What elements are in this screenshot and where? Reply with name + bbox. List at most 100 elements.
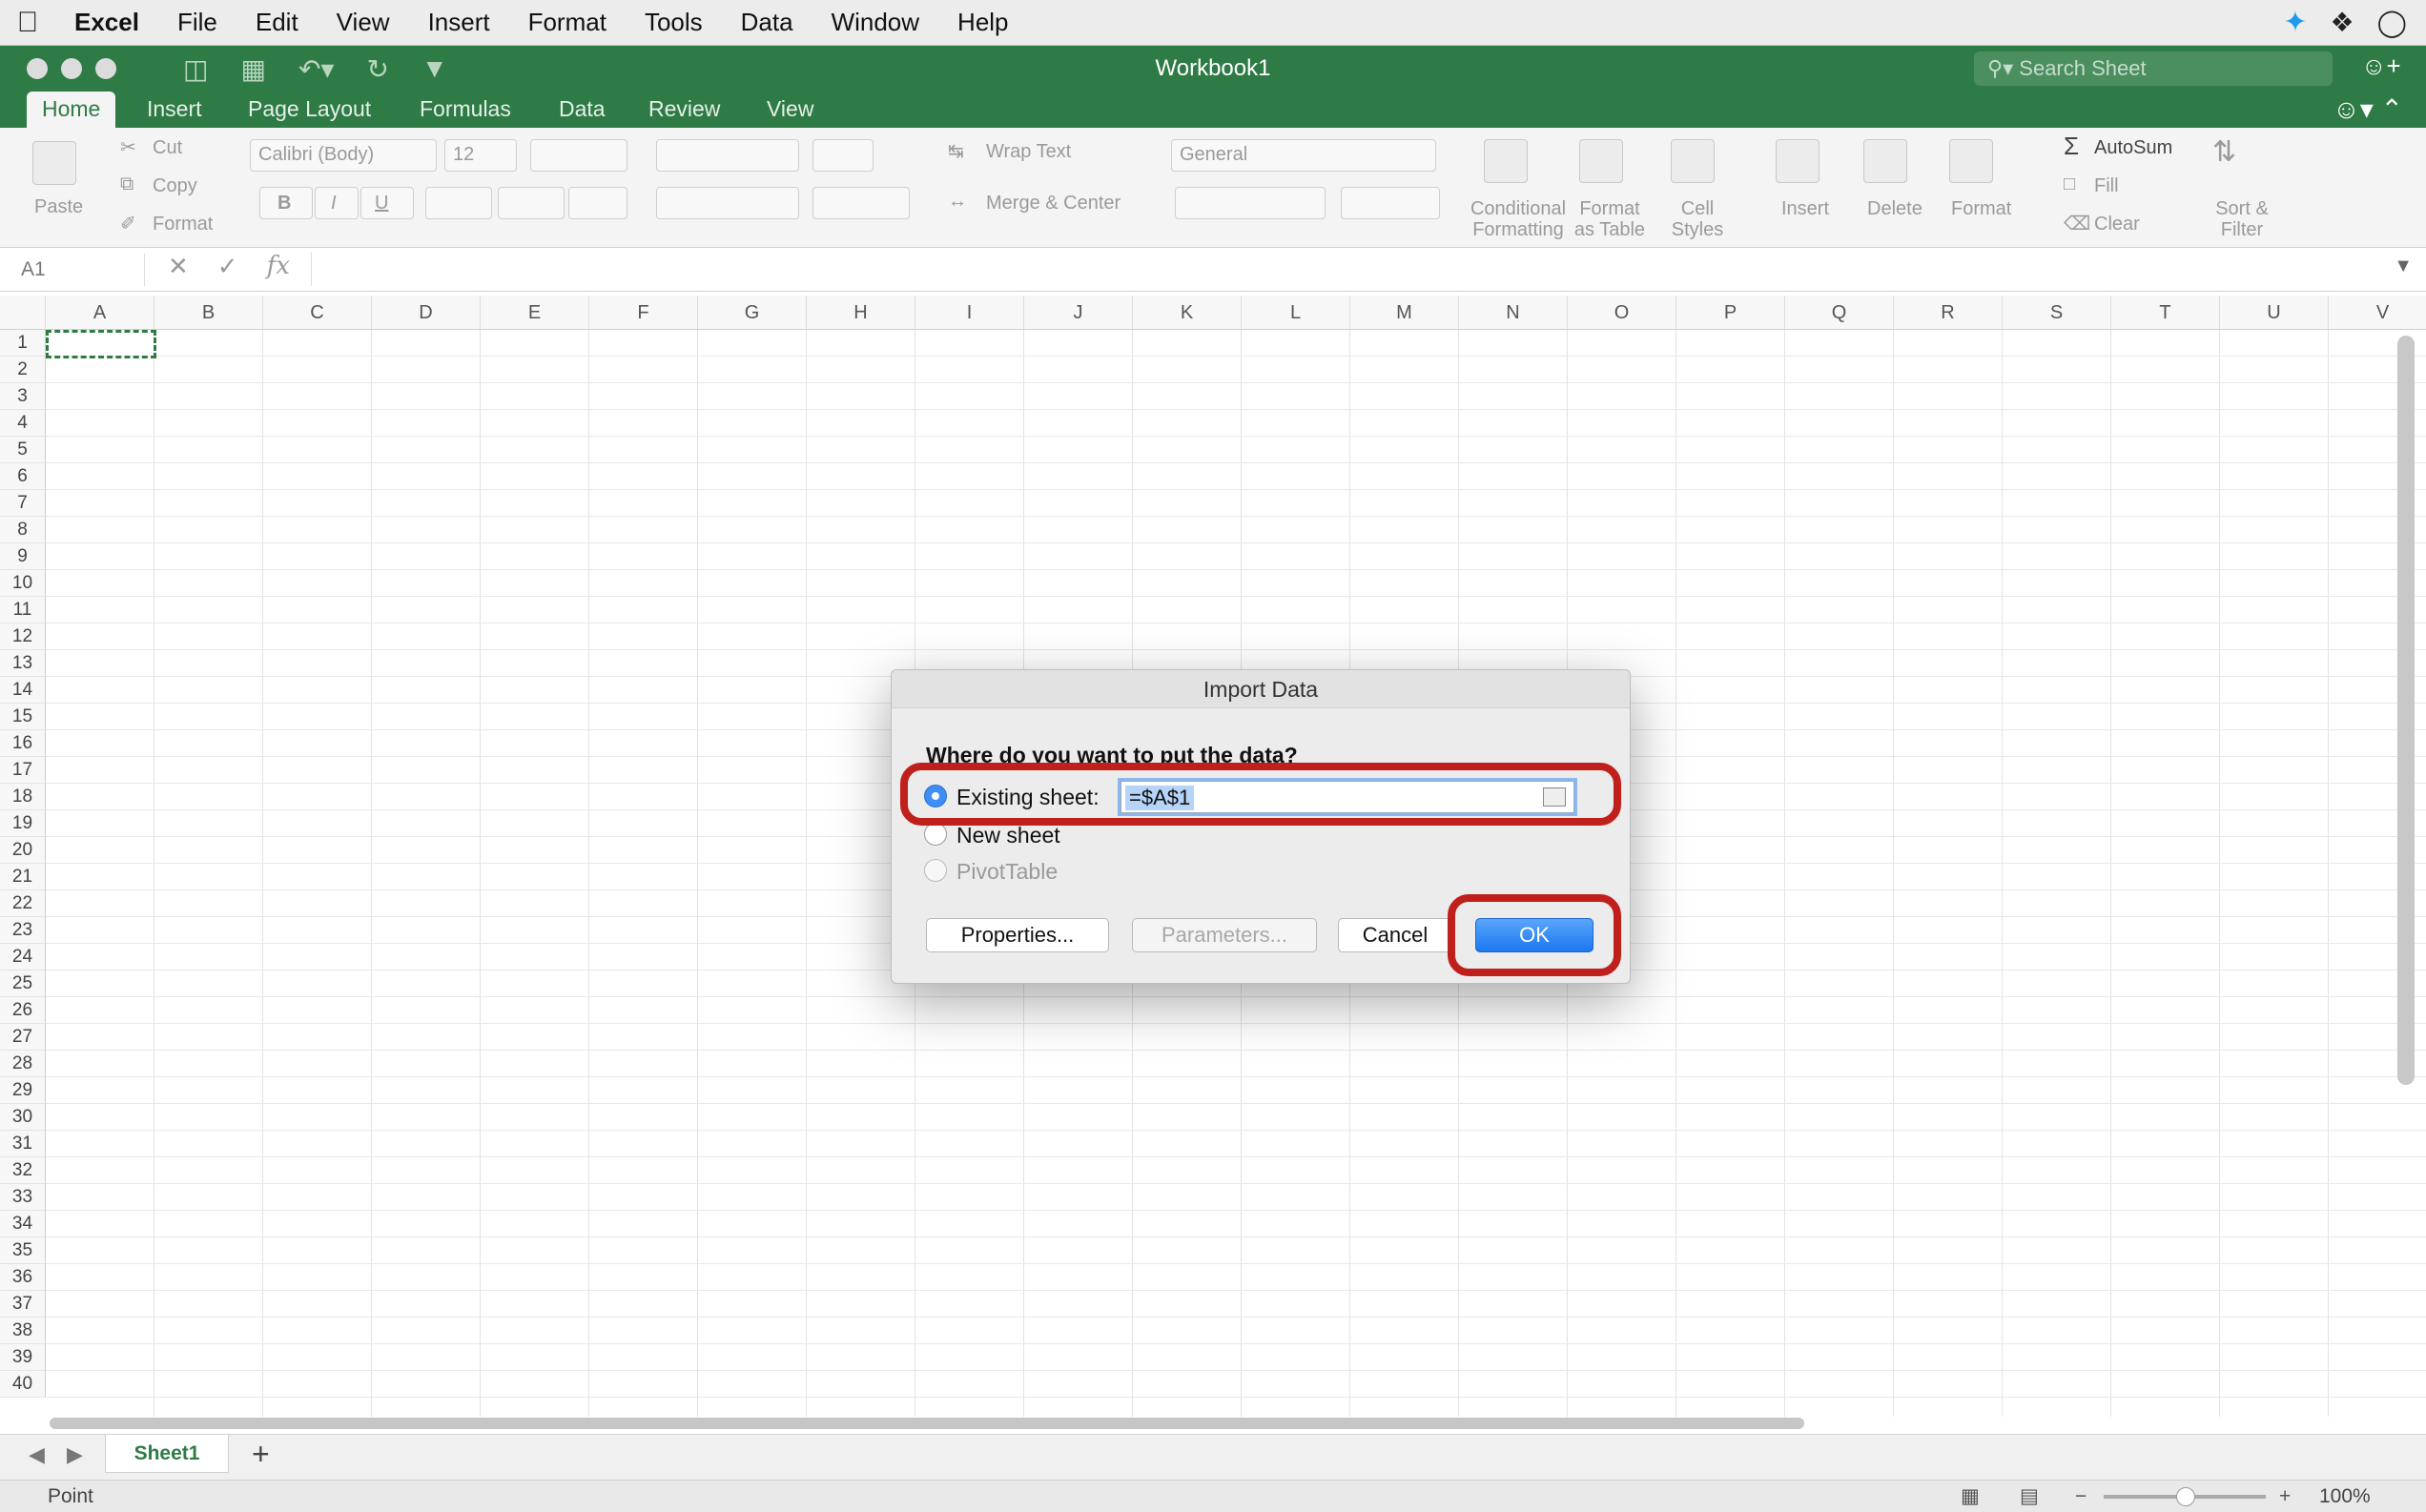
column-header-s[interactable]: S — [2003, 296, 2111, 330]
zoom-in-icon[interactable]: + — [2279, 1481, 2291, 1512]
format-painter-icon[interactable]: ✐ — [120, 212, 136, 235]
undo-icon[interactable]: ↶▾ — [298, 53, 335, 85]
row-header-30[interactable]: 30 — [0, 1104, 46, 1131]
tab-data[interactable]: Data — [544, 92, 621, 128]
menu-edit[interactable]: Edit — [236, 8, 318, 37]
confirm-formula-icon[interactable]: ✓ — [217, 252, 238, 281]
insert-function-button[interactable]: fx — [267, 252, 290, 281]
conditional-formatting-label-1[interactable]: Conditional — [1469, 198, 1568, 220]
redo-icon[interactable]: ↻ — [366, 53, 388, 85]
apple-icon[interactable]:  — [0, 7, 55, 39]
format-as-table-icon[interactable] — [1579, 139, 1623, 183]
column-header-t[interactable]: T — [2111, 296, 2220, 330]
wrap-text-button[interactable]: Wrap Text — [986, 141, 1071, 163]
menu-file[interactable]: File — [158, 8, 236, 37]
row-header-39[interactable]: 39 — [0, 1344, 46, 1371]
horizontal-scrollbar[interactable] — [50, 1418, 1804, 1429]
new-sheet-label[interactable]: New sheet — [956, 823, 1060, 848]
column-header-o[interactable]: O — [1568, 296, 1676, 330]
name-box[interactable]: A1 — [11, 254, 145, 286]
row-header-36[interactable]: 36 — [0, 1264, 46, 1291]
row-header-37[interactable]: 37 — [0, 1291, 46, 1318]
conditional-formatting-icon[interactable] — [1484, 139, 1528, 183]
insert-cells-icon[interactable] — [1776, 139, 1820, 183]
column-header-e[interactable]: E — [481, 296, 589, 330]
twitter-icon[interactable]: ✦ — [2283, 6, 2307, 39]
tab-formulas[interactable]: Formulas — [404, 92, 526, 128]
sidebar-toggle-icon[interactable]: ◫ — [183, 53, 208, 85]
column-header-b[interactable]: B — [154, 296, 263, 330]
cell-styles-label-1[interactable]: Cell — [1663, 198, 1732, 220]
column-header-a[interactable]: A — [46, 296, 154, 330]
column-header-r[interactable]: R — [1894, 296, 2003, 330]
close-window-button[interactable] — [27, 58, 48, 79]
eraser-icon[interactable]: ⌫ — [2064, 212, 2090, 235]
vertical-align-buttons[interactable] — [656, 139, 799, 172]
customize-toolbar-icon[interactable]: ▼ — [421, 53, 448, 85]
font-size-select[interactable]: 12 — [444, 139, 517, 172]
delete-cells-button[interactable]: Delete — [1867, 198, 1922, 220]
menu-help[interactable]: Help — [938, 8, 1027, 37]
font-color-button[interactable] — [568, 187, 627, 219]
font-grow-shrink-buttons[interactable] — [530, 139, 627, 172]
orientation-button[interactable] — [812, 139, 874, 172]
font-name-select[interactable]: Calibri (Body) — [250, 139, 437, 172]
row-header-10[interactable]: 10 — [0, 570, 46, 597]
borders-button[interactable] — [425, 187, 492, 219]
copy-icon[interactable]: ⧉ — [120, 174, 134, 195]
selected-cell-a1[interactable] — [46, 330, 156, 358]
column-header-l[interactable]: L — [1242, 296, 1350, 330]
horizontal-align-buttons[interactable] — [656, 187, 799, 219]
cell-styles-label-2[interactable]: Styles — [1663, 219, 1732, 241]
row-header-34[interactable]: 34 — [0, 1211, 46, 1237]
row-header-14[interactable]: 14 — [0, 677, 46, 704]
row-header-9[interactable]: 9 — [0, 543, 46, 570]
vertical-scrollbar[interactable] — [2397, 336, 2415, 1085]
fill-button[interactable]: Fill — [2094, 175, 2119, 197]
menu-app-excel[interactable]: Excel — [55, 8, 158, 37]
page-layout-view-icon[interactable]: ▤ — [2020, 1481, 2039, 1512]
tab-view[interactable]: View — [751, 92, 829, 128]
sort-filter-label-1[interactable]: Sort & — [2209, 198, 2275, 220]
row-header-1[interactable]: 1 — [0, 330, 46, 357]
decimal-buttons[interactable] — [1341, 187, 1440, 219]
menu-format[interactable]: Format — [509, 8, 626, 37]
format-cells-button[interactable]: Format — [1951, 198, 2011, 220]
row-header-28[interactable]: 28 — [0, 1051, 46, 1077]
row-header-4[interactable]: 4 — [0, 410, 46, 437]
row-header-38[interactable]: 38 — [0, 1318, 46, 1344]
row-header-2[interactable]: 2 — [0, 357, 46, 383]
row-header-17[interactable]: 17 — [0, 757, 46, 784]
column-header-g[interactable]: G — [698, 296, 807, 330]
format-painter-button[interactable]: Format — [153, 214, 213, 235]
cell-styles-icon[interactable] — [1671, 139, 1715, 183]
menu-tools[interactable]: Tools — [626, 8, 722, 37]
row-header-6[interactable]: 6 — [0, 463, 46, 490]
row-header-35[interactable]: 35 — [0, 1237, 46, 1264]
save-icon[interactable]: ▦ — [240, 53, 265, 85]
minimize-window-button[interactable] — [61, 58, 82, 79]
zoom-window-button[interactable] — [95, 58, 116, 79]
row-header-25[interactable]: 25 — [0, 971, 46, 997]
sheet-tab-sheet1[interactable]: Sheet1 — [105, 1435, 229, 1473]
row-header-15[interactable]: 15 — [0, 704, 46, 730]
tab-page-layout[interactable]: Page Layout — [233, 92, 386, 128]
cancel-button[interactable]: Cancel — [1338, 918, 1452, 952]
row-header-21[interactable]: 21 — [0, 864, 46, 890]
row-header-7[interactable]: 7 — [0, 490, 46, 517]
indent-buttons[interactable] — [812, 187, 910, 219]
row-header-8[interactable]: 8 — [0, 517, 46, 543]
sort-filter-icon[interactable]: ⇅ — [2212, 135, 2236, 169]
merge-center-button[interactable]: Merge & Center — [986, 193, 1120, 215]
sync-icon[interactable]: ◯ — [2377, 7, 2407, 38]
prev-sheet-icon[interactable]: ◀ — [29, 1442, 45, 1467]
column-header-n[interactable]: N — [1459, 296, 1568, 330]
italic-button[interactable]: I — [315, 187, 359, 219]
formula-input[interactable] — [311, 252, 2390, 286]
row-header-13[interactable]: 13 — [0, 650, 46, 677]
delete-cells-icon[interactable] — [1863, 139, 1907, 183]
autosum-icon[interactable]: Σ — [2064, 132, 2079, 161]
format-as-table-label-1[interactable]: Format — [1570, 198, 1650, 220]
menu-insert[interactable]: Insert — [409, 8, 509, 37]
cut-button[interactable]: Cut — [153, 137, 182, 159]
